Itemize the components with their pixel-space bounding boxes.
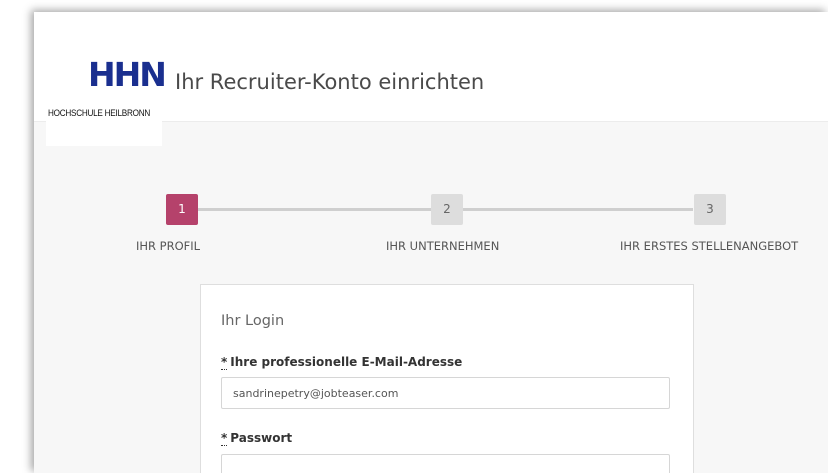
page-header: HHN HOCHSCHULE HEILBRONN Ihr Recruiter-K… xyxy=(34,12,828,146)
login-form-card: Ihr Login * Ihre professionelle E-Mail-Ad… xyxy=(200,284,694,473)
logo-text: HOCHSCHULE HEILBRONN xyxy=(48,108,150,119)
password-field[interactable] xyxy=(221,454,670,473)
logo[interactable]: HHN HOCHSCHULE HEILBRONN xyxy=(46,52,167,146)
step-connector-1-2 xyxy=(198,208,431,211)
step-2-button[interactable]: 2 xyxy=(431,194,463,225)
email-field-label: * Ihre professionelle E-Mail-Adresse xyxy=(221,355,463,370)
password-field-label: * Passwort xyxy=(221,431,293,446)
form-section-title: Ihr Login xyxy=(221,313,285,329)
email-label-text: Ihre professionelle E-Mail-Adresse xyxy=(230,355,463,369)
step-2-label: IHR UNTERNEHMEN xyxy=(386,239,500,253)
app-window: HHN HOCHSCHULE HEILBRONN Ihr Recruiter-K… xyxy=(34,12,828,473)
email-field[interactable] xyxy=(221,377,670,409)
logo-mark: HHN xyxy=(88,55,167,94)
step-1-label: IHR PROFIL xyxy=(136,239,201,253)
page-title: Ihr Recruiter-Konto einrichten xyxy=(175,70,485,94)
step-connector-2-3 xyxy=(463,208,693,211)
step-3-label: IHR ERSTES STELLENANGEBOT xyxy=(620,239,799,253)
step-1-button[interactable]: 1 xyxy=(166,194,198,225)
password-label-text: Passwort xyxy=(230,431,293,445)
required-marker: * xyxy=(221,355,228,370)
step-3-button[interactable]: 3 xyxy=(694,194,726,225)
required-marker: * xyxy=(221,431,228,446)
